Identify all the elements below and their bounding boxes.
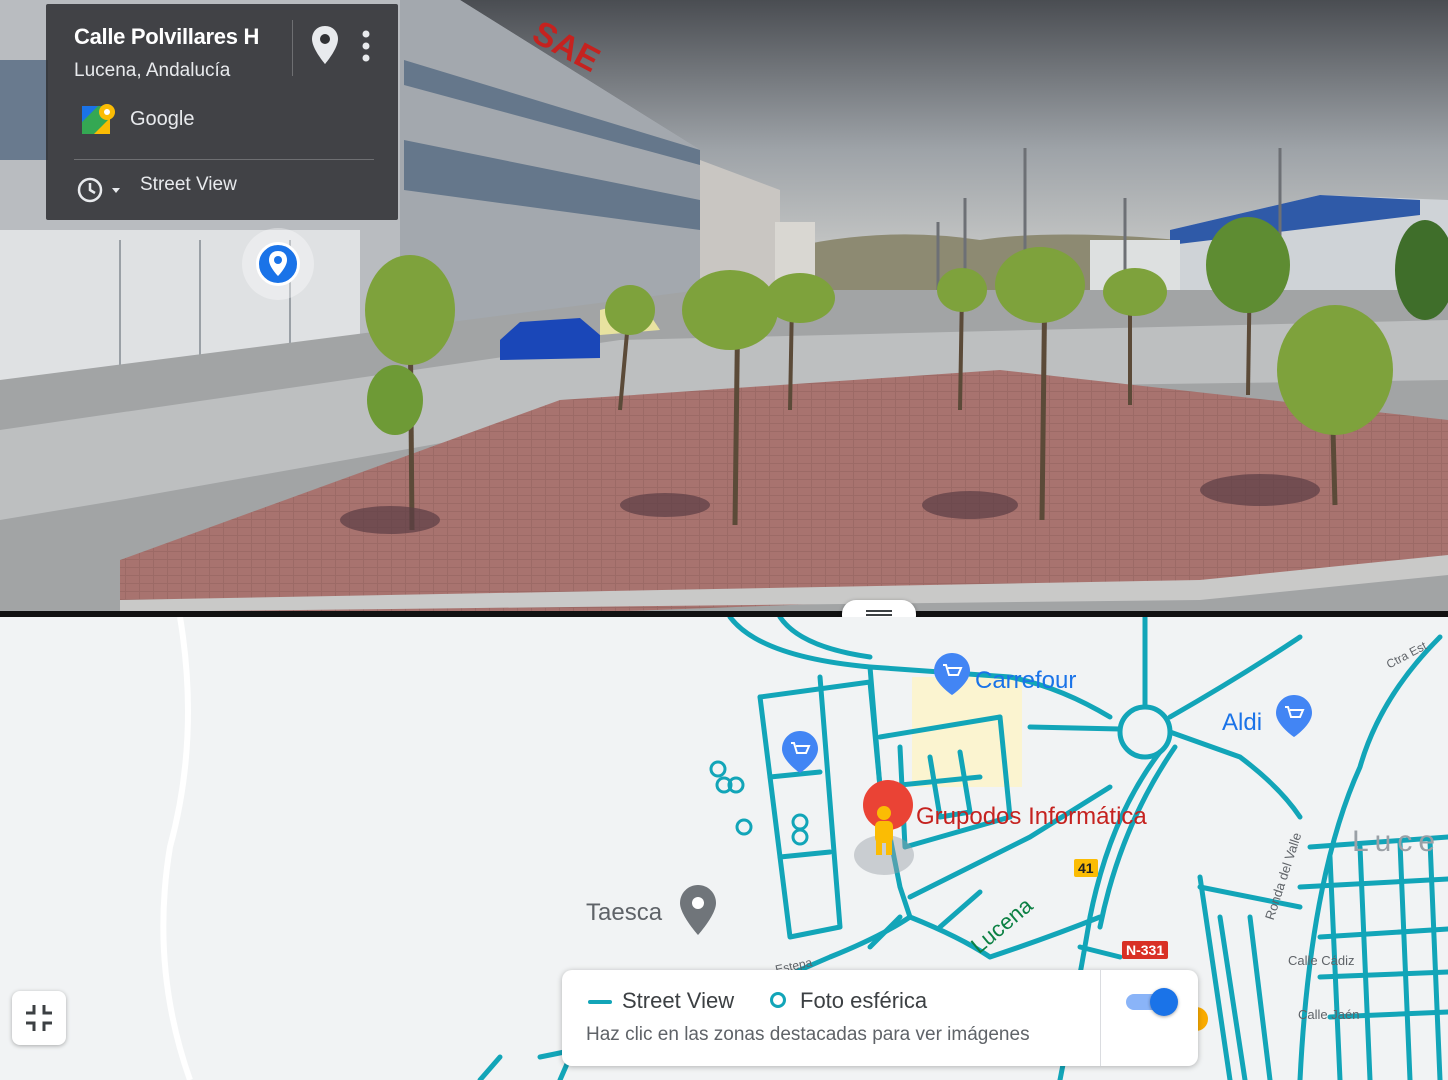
coverage-toggle[interactable] [1122,988,1178,1016]
provider-label: Google [130,108,195,130]
more-vert-icon[interactable] [354,24,378,68]
place-label-taesca[interactable]: Taesca [586,899,662,927]
street-label-cadiz: Calle Cádiz [1288,953,1355,968]
place-label-aldi[interactable]: Aldi [1222,709,1262,737]
legend-hint: Haz clic en las zonas destacadas para ve… [586,1024,1030,1045]
location-subtitle: Lucena, Andalucía [74,60,231,81]
toggle-knob [1150,988,1178,1016]
collapse-fullscreen-icon [26,1005,52,1031]
google-maps-logo-icon [80,102,116,138]
photo-sphere-circle-icon [770,992,786,1008]
street-view-panorama[interactable]: SAE Calle Polvillares H Lucena, Andalucí… [0,0,1448,612]
legend-photo-sphere-label: Foto esférica [800,988,928,1013]
divider [74,159,374,160]
pin-icon[interactable] [310,24,340,68]
road-shield-n331: N-331 [1122,941,1169,959]
location-title: Calle Polvillares H [74,24,260,49]
legend-street-view-label: Street View [622,988,735,1013]
area-label: Luce [1352,825,1442,858]
street-view-mode-label: Street View [140,174,237,195]
street-label-jaen: Calle Jaén [1298,1007,1360,1022]
place-label-carrefour[interactable]: Carrefour [975,667,1076,695]
location-info-card: Calle Polvillares H Lucena, Andalucía Go… [46,4,398,220]
divider [1100,970,1101,1066]
history-clock-icon[interactable] [74,174,126,206]
collapse-fullscreen-button[interactable] [12,991,66,1045]
street-view-coverage-map[interactable]: Carrefour Aldi Grupodos Informática Taes… [0,617,1448,1080]
panorama-location-marker[interactable] [242,228,314,300]
street-view-line-icon [588,1000,612,1004]
place-label-selected[interactable]: Grupodos Informática [916,803,1147,831]
road-shield-a41: 41 [1074,859,1098,877]
divider [292,20,293,76]
coverage-legend: Street View Foto esférica Haz clic en la… [562,970,1198,1066]
